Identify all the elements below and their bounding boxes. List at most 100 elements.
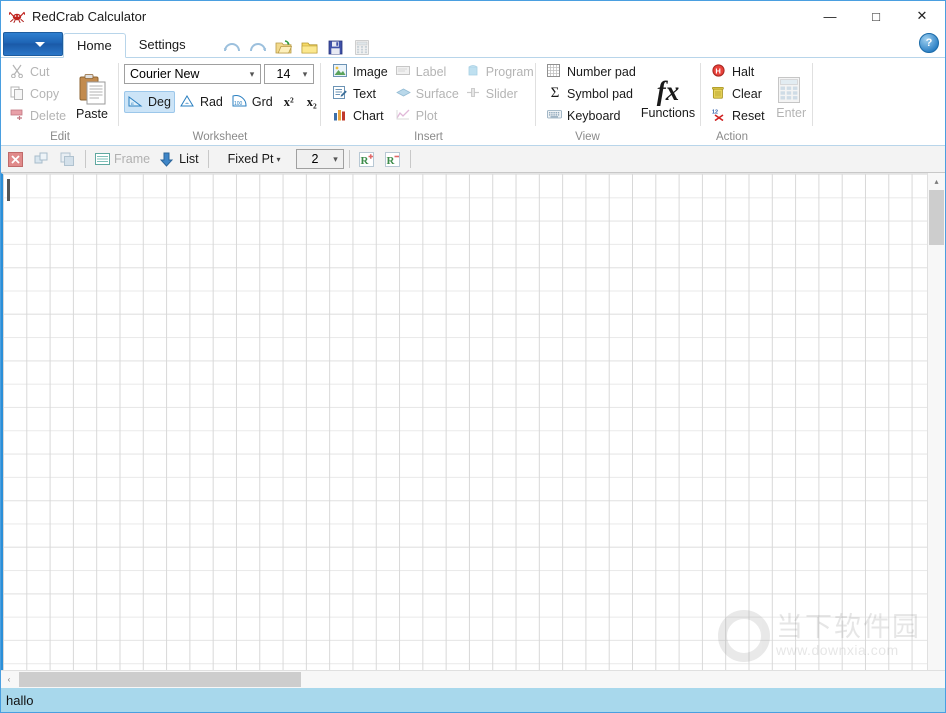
arrange-icon [60, 152, 76, 167]
open-icon[interactable] [273, 37, 295, 57]
deg-button[interactable]: α Deg [124, 91, 175, 113]
paste-button[interactable]: Paste [69, 67, 115, 127]
minimize-button[interactable]: — [807, 1, 853, 31]
worksheet-canvas[interactable]: 当下软件园 www.downxia.com [1, 173, 927, 670]
maximize-button[interactable]: □ [853, 1, 899, 31]
toolbar-separator [410, 150, 412, 168]
redcrab-icon [8, 7, 26, 25]
angle-grd-icon: 100 [232, 94, 248, 110]
number-pad-label: Number pad [567, 65, 636, 79]
insert-surface-label: Surface [415, 87, 459, 101]
tab-home[interactable]: Home [63, 33, 126, 58]
paste-icon [76, 73, 108, 107]
application-window: RedCrab Calculator — □ ✕ Home Settings ?… [0, 0, 946, 713]
functions-button[interactable]: fx Functions [640, 69, 696, 127]
worksheet-area: 当下软件园 www.downxia.com ▴ [1, 173, 945, 670]
list-button[interactable]: List [156, 149, 202, 169]
reset-icon: 12 [712, 108, 728, 124]
subscript-label: x₂ [306, 94, 317, 109]
scroll-up-button[interactable]: ▴ [928, 173, 945, 189]
decimals-combo[interactable]: 2 ▾ [296, 149, 345, 169]
tab-settings[interactable]: Settings [126, 32, 199, 57]
watermark-cn-text: 当下软件园 [776, 612, 921, 643]
grd-button[interactable]: 100 Grd [228, 91, 277, 113]
enter-button[interactable]: Enter [769, 69, 813, 127]
ribbon: Cut Copy Delete Paste Edit Courier New ▾… [1, 58, 945, 146]
functions-label: Functions [640, 106, 696, 120]
font-size-value: 14 [276, 67, 291, 81]
vertical-scrollbar[interactable]: ▴ [927, 173, 945, 670]
group-label-worksheet: Worksheet [192, 131, 248, 143]
window-controls: — □ ✕ [807, 1, 945, 31]
vertical-scroll-thumb[interactable] [929, 190, 944, 245]
halt-button[interactable]: H Halt [708, 61, 769, 83]
symbol-pad-button[interactable]: Σ Symbol pad [543, 83, 640, 105]
decimals-value: 2 [311, 152, 319, 166]
svg-text:R: R [361, 155, 370, 167]
cut-button[interactable]: Cut [6, 61, 69, 83]
insert-plot-button[interactable]: Plot [392, 105, 462, 127]
status-bar: hallo [1, 688, 945, 712]
superscript-button[interactable]: x² [278, 91, 300, 113]
horizontal-scrollbar[interactable]: ‹ [1, 670, 945, 688]
watermark: 当下软件园 www.downxia.com [718, 610, 921, 662]
group-elements-button[interactable] [30, 149, 54, 169]
enter-icon [775, 76, 807, 106]
number-format-dropdown[interactable]: Fixed Pt ▾ [224, 149, 285, 169]
arrange-elements-button[interactable] [56, 149, 80, 169]
insert-program-button[interactable]: Program [462, 61, 538, 83]
calculator-icon[interactable] [351, 37, 373, 57]
scroll-left-button[interactable]: ‹ [1, 671, 17, 688]
keyboard-button[interactable]: Keyboard [543, 105, 640, 127]
text-cursor [7, 179, 10, 201]
insert-surface-button[interactable]: Surface [392, 83, 462, 105]
frame-icon [95, 152, 111, 167]
number-pad-button[interactable]: Number pad [543, 61, 640, 83]
delete-element-button[interactable] [4, 149, 28, 169]
insert-text-button[interactable]: Text [329, 83, 392, 105]
toolbar-separator [207, 150, 209, 168]
group-label-insert: Insert [414, 131, 443, 143]
file-menu-button[interactable] [3, 32, 63, 56]
insert-chart-button[interactable]: Chart [329, 105, 392, 127]
redo-icon[interactable] [247, 37, 269, 57]
insert-label-button[interactable]: Label [392, 61, 462, 83]
group-icon [34, 152, 50, 167]
folder-icon[interactable] [299, 37, 321, 57]
symbol-pad-label: Symbol pad [567, 87, 634, 101]
close-button[interactable]: ✕ [899, 1, 945, 31]
keyboard-icon [547, 108, 563, 124]
insert-slider-button[interactable]: Slider [462, 83, 538, 105]
frame-button[interactable]: Frame [91, 149, 154, 169]
plot-icon [396, 108, 412, 124]
number-pad-icon [547, 64, 563, 80]
undo-icon[interactable] [221, 37, 243, 57]
rad-button[interactable]: Rad [176, 91, 227, 113]
insert-image-label: Image [353, 65, 388, 79]
copy-button[interactable]: Copy [6, 83, 69, 105]
halt-label: Halt [732, 65, 755, 79]
font-name-combo[interactable]: Courier New ▾ [124, 64, 261, 84]
sigma-icon: Σ [550, 85, 560, 101]
help-button[interactable]: ? [919, 33, 939, 53]
delete-button[interactable]: Delete [6, 105, 69, 127]
save-icon[interactable] [325, 37, 347, 57]
insert-chart-label: Chart [353, 109, 384, 123]
decrease-decimals-icon: R [385, 151, 401, 167]
clear-button[interactable]: Clear [708, 83, 769, 105]
font-size-combo[interactable]: 14 ▾ [264, 64, 314, 84]
decrease-decimals-button[interactable]: R [381, 149, 405, 169]
increase-decimals-button[interactable]: R [355, 149, 379, 169]
slider-icon [466, 86, 482, 102]
text-icon [333, 86, 349, 102]
ribbon-group-worksheet: Courier New ▾ 14 ▾ α Deg Rad 100 Grd x² … [119, 58, 321, 145]
group-separator [812, 63, 813, 126]
chevron-down-icon: ▾ [302, 69, 308, 79]
label-icon [395, 64, 412, 80]
superscript-label: x² [283, 94, 294, 109]
horizontal-scroll-thumb[interactable] [19, 672, 301, 687]
reset-button[interactable]: 12 Reset [708, 105, 769, 127]
ribbon-group-view: Number pad Σ Symbol pad Keyboard fx Func… [536, 58, 701, 145]
chevron-down-icon [35, 41, 45, 47]
insert-image-button[interactable]: Image [329, 61, 392, 83]
